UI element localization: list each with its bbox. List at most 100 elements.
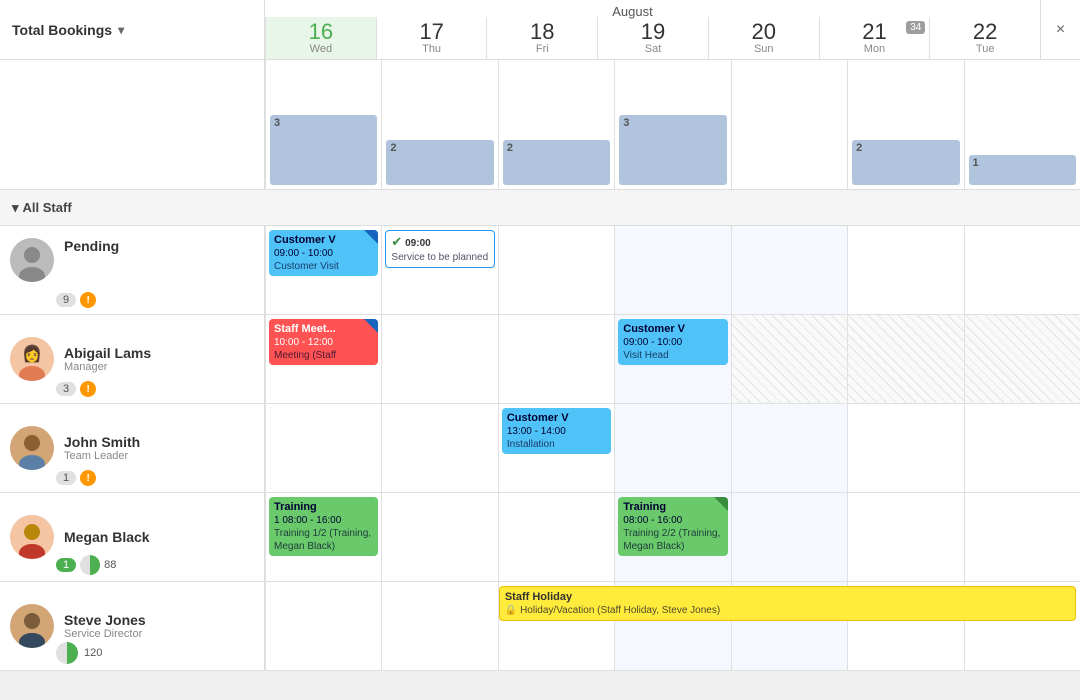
- cell-megan-2[interactable]: [498, 493, 614, 581]
- summary-bar[interactable]: 2: [386, 140, 493, 185]
- summary-bar[interactable]: 3: [619, 115, 726, 185]
- summary-col-3: 3: [614, 60, 730, 189]
- summary-grid: 322321: [265, 60, 1080, 189]
- svg-text:👩: 👩: [22, 344, 42, 363]
- cell-steve-0[interactable]: [265, 582, 381, 670]
- staff-info-abigail: 👩 Abigail Lams Manager 3 !: [0, 315, 265, 403]
- cell-abigail-0[interactable]: Staff Meet... 10:00 - 12:00 Meeting (Sta…: [265, 315, 381, 403]
- day-header-22[interactable]: 22Tue: [929, 17, 1040, 59]
- staff-role-abigail: Manager: [64, 361, 254, 373]
- cell-megan-6[interactable]: [964, 493, 1080, 581]
- avatar-john: [10, 426, 54, 470]
- summary-bar[interactable]: 3: [270, 115, 377, 185]
- day-header-20[interactable]: 20Sun: [708, 17, 819, 59]
- event-megan-0[interactable]: Training 1 08:00 - 16:00 Training 1/2 (T…: [269, 497, 378, 556]
- summary-col-1: 2: [381, 60, 497, 189]
- cell-megan-4[interactable]: [731, 493, 847, 581]
- cell-john-3[interactable]: [614, 404, 730, 492]
- cell-steve-1[interactable]: [381, 582, 497, 670]
- summary-bar[interactable]: 2: [503, 140, 610, 185]
- badge-count: 3: [56, 382, 76, 396]
- cell-pending-4[interactable]: [731, 226, 847, 314]
- cell-john-0[interactable]: [265, 404, 381, 492]
- all-staff-label: All Staff: [23, 200, 72, 215]
- avatar-megan: [10, 515, 54, 559]
- cell-pending-5[interactable]: [847, 226, 963, 314]
- cell-megan-3[interactable]: Training 08:00 - 16:00 Training 2/2 (Tra…: [614, 493, 730, 581]
- avatar-steve: [10, 604, 54, 648]
- event-megan-3[interactable]: Training 08:00 - 16:00 Training 2/2 (Tra…: [618, 497, 727, 556]
- summary-col-6: 1: [964, 60, 1080, 189]
- staff-details-john: John Smith Team Leader: [64, 434, 254, 462]
- cell-abigail-6[interactable]: [964, 315, 1080, 403]
- cell-pending-0[interactable]: Customer V 09:00 - 10:00 Customer Visit: [265, 226, 381, 314]
- calendar-cells: Training 1 08:00 - 16:00 Training 1/2 (T…: [265, 493, 1080, 581]
- badge-warn-icon: !: [80, 470, 96, 486]
- badge-warn-icon: !: [80, 381, 96, 397]
- day-header-18[interactable]: 18Fri: [486, 17, 597, 59]
- chevron-down-icon: ▾: [118, 23, 124, 37]
- badge-half: [56, 642, 78, 664]
- day-header-16[interactable]: 16Wed: [265, 17, 376, 59]
- event-abigail-3[interactable]: Customer V 09:00 - 10:00 Visit Head: [618, 319, 727, 365]
- staff-row-john: John Smith Team Leader 1 ! Customer V 13…: [0, 404, 1080, 493]
- staff-name-abigail: Abigail Lams: [64, 345, 254, 361]
- cell-john-5[interactable]: [847, 404, 963, 492]
- staff-row-pending: Pending 9 ! Customer V 09:00 - 10:00 Cus…: [0, 226, 1080, 315]
- cell-megan-5[interactable]: [847, 493, 963, 581]
- badge-count: 1: [56, 558, 76, 572]
- staff-info-pending: Pending 9 !: [0, 226, 265, 314]
- day-header-19[interactable]: 19Sat: [597, 17, 708, 59]
- day-header-17[interactable]: 17Thu: [376, 17, 487, 59]
- calendar-cells: Staff Holiday 🔒 Holiday/Vacation (Staff …: [265, 582, 1080, 670]
- total-bookings-button[interactable]: Total Bookings ▾: [12, 18, 124, 42]
- cell-abigail-5[interactable]: [847, 315, 963, 403]
- event-pending-0[interactable]: Customer V 09:00 - 10:00 Customer Visit: [269, 230, 378, 276]
- cell-abigail-2[interactable]: [498, 315, 614, 403]
- staff-details-steve: Steve Jones Service Director: [64, 612, 254, 640]
- calendar-header: August 16Wed17Thu18Fri19Sat20Sun21Mon342…: [265, 0, 1040, 59]
- week-badge: 34: [906, 21, 925, 34]
- cell-john-4[interactable]: [731, 404, 847, 492]
- collapse-icon[interactable]: ▾: [12, 200, 19, 216]
- close-button[interactable]: ×: [1040, 0, 1080, 59]
- cell-john-2[interactable]: Customer V 13:00 - 14:00 Installation: [498, 404, 614, 492]
- event-steve-2[interactable]: Staff Holiday 🔒 Holiday/Vacation (Staff …: [499, 586, 1076, 621]
- summary-col-2: 2: [498, 60, 614, 189]
- cell-abigail-1[interactable]: [381, 315, 497, 403]
- cell-pending-2[interactable]: [498, 226, 614, 314]
- staff-name-pending: Pending: [64, 238, 254, 254]
- check-icon: ✔: [391, 234, 402, 249]
- cell-steve-2[interactable]: Staff Holiday 🔒 Holiday/Vacation (Staff …: [498, 582, 614, 670]
- staff-name-steve: Steve Jones: [64, 612, 254, 628]
- staff-role-john: Team Leader: [64, 450, 254, 462]
- top-bar: Total Bookings ▾ August 16Wed17Thu18Fri1…: [0, 0, 1080, 60]
- cell-john-6[interactable]: [964, 404, 1080, 492]
- cell-pending-1[interactable]: ✔ 09:00 Service to be planned: [381, 226, 497, 314]
- event-abigail-0[interactable]: Staff Meet... 10:00 - 12:00 Meeting (Sta…: [269, 319, 378, 365]
- cell-pending-3[interactable]: [614, 226, 730, 314]
- cell-abigail-3[interactable]: Customer V 09:00 - 10:00 Visit Head: [614, 315, 730, 403]
- calendar-cells: Customer V 13:00 - 14:00 Installation: [265, 404, 1080, 492]
- staff-container: Pending 9 ! Customer V 09:00 - 10:00 Cus…: [0, 226, 1080, 700]
- event-pending-1[interactable]: ✔ 09:00 Service to be planned: [385, 230, 494, 268]
- event-john-2[interactable]: Customer V 13:00 - 14:00 Installation: [502, 408, 611, 454]
- day-header-21[interactable]: 21Mon34: [819, 17, 930, 59]
- avatar-abigail: 👩: [10, 337, 54, 381]
- staff-row-abigail: 👩 Abigail Lams Manager 3 ! Staff Meet...…: [0, 315, 1080, 404]
- staff-row-steve: Steve Jones Service Director 120 Staff H…: [0, 582, 1080, 671]
- summary-col-0: 3: [265, 60, 381, 189]
- badge-count: 9: [56, 293, 76, 307]
- summary-bar[interactable]: 1: [969, 155, 1076, 185]
- cell-abigail-4[interactable]: [731, 315, 847, 403]
- staff-role-steve: Service Director: [64, 628, 254, 640]
- staff-row-megan: Megan Black 1 88 Training 1 08:00 - 16:0…: [0, 493, 1080, 582]
- staff-info-john: John Smith Team Leader 1 !: [0, 404, 265, 492]
- cell-megan-1[interactable]: [381, 493, 497, 581]
- cell-john-1[interactable]: [381, 404, 497, 492]
- cell-megan-0[interactable]: Training 1 08:00 - 16:00 Training 1/2 (T…: [265, 493, 381, 581]
- summary-bar[interactable]: 2: [852, 140, 959, 185]
- event-corner-icon: [714, 497, 728, 511]
- cell-pending-6[interactable]: [964, 226, 1080, 314]
- calendar-cells: Staff Meet... 10:00 - 12:00 Meeting (Sta…: [265, 315, 1080, 403]
